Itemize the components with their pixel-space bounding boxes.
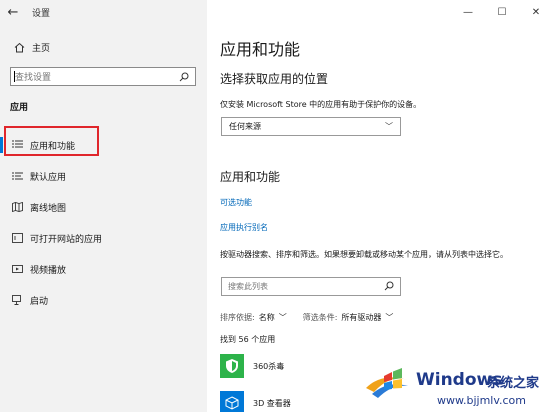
sidebar-item-label: 离线地图 bbox=[30, 203, 67, 214]
optional-features-link[interactable]: 可选功能 bbox=[220, 197, 252, 208]
sidebar-item-default-apps[interactable]: 默认应用 bbox=[0, 165, 207, 187]
video-playback-icon bbox=[10, 264, 24, 274]
page-title: 应用和功能 bbox=[220, 40, 301, 59]
location-description: 仅安装 Microsoft Store 中的应用有助于保护你的设备。 bbox=[220, 100, 422, 109]
watermark-url: www.bjjmlv.com bbox=[437, 394, 526, 407]
home-label: 主页 bbox=[32, 43, 51, 54]
home-link[interactable]: 主页 bbox=[0, 36, 207, 58]
filter-dropdown[interactable]: 筛选条件: 所有驱动器 ﹀ bbox=[303, 312, 394, 323]
section-heading-location: 选择获取应用的位置 bbox=[220, 72, 329, 86]
window-title: 设置 bbox=[32, 8, 51, 19]
cube-app-icon bbox=[220, 391, 244, 412]
home-icon bbox=[9, 42, 29, 53]
sort-dropdown[interactable]: 排序依据: 名称 ﹀ bbox=[220, 312, 287, 323]
websites-apps-icon bbox=[10, 233, 24, 243]
default-apps-icon bbox=[10, 171, 24, 181]
sidebar-item-offline-maps[interactable]: 离线地图 bbox=[0, 196, 207, 218]
search-placeholder: 搜索此列表 bbox=[228, 282, 268, 291]
startup-icon bbox=[10, 295, 24, 305]
apps-description: 按驱动器搜索、排序和筛选。如果想要卸载或移动某个应用，请从列表中选择它。 bbox=[220, 250, 508, 259]
search-placeholder: 查找设置 bbox=[15, 73, 52, 83]
app-alias-link[interactable]: 应用执行别名 bbox=[220, 222, 268, 233]
sort-filter-bar: 排序依据: 名称 ﹀ 筛选条件: 所有驱动器 ﹀ bbox=[220, 312, 409, 323]
text-caret bbox=[14, 71, 15, 82]
section-heading-apps: 应用和功能 bbox=[220, 170, 281, 184]
sidebar-item-label: 可打开网站的应用 bbox=[30, 234, 103, 245]
annotation-highlight-box bbox=[4, 126, 99, 156]
app-count: 找到 56 个应用 bbox=[220, 335, 276, 344]
close-button[interactable]: ✕ bbox=[519, 0, 553, 24]
app-source-dropdown[interactable]: 任何来源 ﹀ bbox=[221, 117, 401, 136]
sidebar-item-label: 默认应用 bbox=[30, 172, 67, 183]
sidebar-item-websites-apps[interactable]: 可打开网站的应用 bbox=[0, 227, 207, 249]
sidebar-item-video-playback[interactable]: 视频播放 bbox=[0, 258, 207, 280]
sidebar-item-label: 启动 bbox=[30, 296, 49, 307]
offline-maps-icon bbox=[10, 202, 24, 212]
sort-label: 排序依据: bbox=[220, 313, 255, 322]
app-list-search-input[interactable]: 搜索此列表 bbox=[221, 277, 401, 296]
app-name: 360杀毒 bbox=[253, 361, 285, 371]
sidebar-item-startup[interactable]: 启动 bbox=[0, 289, 207, 311]
watermark: Windows 系统之家 www.bjjmlv.com bbox=[362, 362, 553, 412]
section-heading: 应用 bbox=[10, 103, 29, 113]
windows-logo-icon bbox=[366, 368, 408, 398]
filter-value: 所有驱动器 bbox=[341, 313, 382, 322]
chevron-down-icon: ﹀ bbox=[385, 313, 394, 322]
back-button[interactable]: ← bbox=[0, 0, 26, 24]
chevron-down-icon: ﹀ bbox=[278, 313, 287, 322]
search-icon[interactable] bbox=[384, 281, 394, 293]
shield-app-icon bbox=[220, 354, 244, 378]
watermark-cn: 系统之家 bbox=[487, 376, 540, 391]
maximize-button[interactable]: ☐ bbox=[485, 0, 519, 24]
search-icon[interactable] bbox=[176, 72, 192, 82]
sidebar-item-label: 视频播放 bbox=[30, 265, 67, 276]
window-controls: — ☐ ✕ bbox=[451, 0, 553, 24]
settings-sidebar: ← 设置 主页 查找设置 应用 应用和功能 默认应用 离线地图 可打开网站的应用… bbox=[0, 0, 207, 412]
active-indicator bbox=[0, 137, 3, 153]
filter-label: 筛选条件: bbox=[302, 313, 338, 322]
sort-value: 名称 bbox=[258, 313, 275, 322]
chevron-down-icon: ﹀ bbox=[385, 122, 393, 131]
app-name: 3D 查看器 bbox=[253, 398, 291, 408]
dropdown-value: 任何来源 bbox=[229, 122, 261, 131]
title-bar: ← 设置 bbox=[0, 0, 207, 24]
minimize-button[interactable]: — bbox=[451, 0, 485, 24]
search-input[interactable]: 查找设置 bbox=[10, 67, 196, 86]
main-content: — ☐ ✕ 应用和功能 选择获取应用的位置 仅安装 Microsoft Stor… bbox=[207, 0, 553, 412]
